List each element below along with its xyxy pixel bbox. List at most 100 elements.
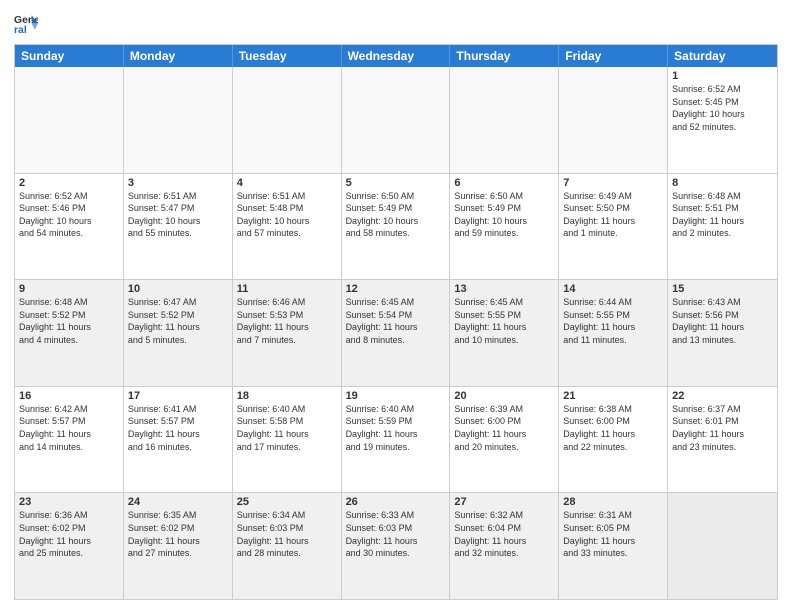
logo-icon: Gene ral <box>14 12 38 36</box>
day-number: 6 <box>454 177 554 189</box>
calendar-row-0: 1Sunrise: 6:52 AMSunset: 5:45 PMDaylight… <box>15 67 777 173</box>
calendar-cell-7: 7Sunrise: 6:49 AMSunset: 5:50 PMDaylight… <box>559 174 668 280</box>
day-info: Sunrise: 6:46 AMSunset: 5:53 PMDaylight:… <box>237 296 337 346</box>
day-number: 4 <box>237 177 337 189</box>
calendar-cell-13: 13Sunrise: 6:45 AMSunset: 5:55 PMDayligh… <box>450 280 559 386</box>
day-number: 28 <box>563 496 663 508</box>
day-info: Sunrise: 6:39 AMSunset: 6:00 PMDaylight:… <box>454 403 554 453</box>
day-number: 3 <box>128 177 228 189</box>
calendar-cell-1: 1Sunrise: 6:52 AMSunset: 5:45 PMDaylight… <box>668 67 777 173</box>
day-number: 5 <box>346 177 446 189</box>
day-number: 14 <box>563 283 663 295</box>
weekday-header-thursday: Thursday <box>450 45 559 67</box>
calendar-cell-3: 3Sunrise: 6:51 AMSunset: 5:47 PMDaylight… <box>124 174 233 280</box>
day-number: 16 <box>19 390 119 402</box>
calendar-cell-21: 21Sunrise: 6:38 AMSunset: 6:00 PMDayligh… <box>559 387 668 493</box>
calendar-row-3: 16Sunrise: 6:42 AMSunset: 5:57 PMDayligh… <box>15 386 777 493</box>
calendar-cell-5: 5Sunrise: 6:50 AMSunset: 5:49 PMDaylight… <box>342 174 451 280</box>
calendar-cell-17: 17Sunrise: 6:41 AMSunset: 5:57 PMDayligh… <box>124 387 233 493</box>
day-info: Sunrise: 6:48 AMSunset: 5:52 PMDaylight:… <box>19 296 119 346</box>
calendar-cell-empty-1 <box>124 67 233 173</box>
day-number: 10 <box>128 283 228 295</box>
day-info: Sunrise: 6:44 AMSunset: 5:55 PMDaylight:… <box>563 296 663 346</box>
calendar-cell-20: 20Sunrise: 6:39 AMSunset: 6:00 PMDayligh… <box>450 387 559 493</box>
page: Gene ral SundayMondayTuesdayWednesdayThu… <box>0 0 792 612</box>
day-info: Sunrise: 6:34 AMSunset: 6:03 PMDaylight:… <box>237 509 337 559</box>
calendar-cell-22: 22Sunrise: 6:37 AMSunset: 6:01 PMDayligh… <box>668 387 777 493</box>
calendar-header: SundayMondayTuesdayWednesdayThursdayFrid… <box>15 45 777 67</box>
day-number: 21 <box>563 390 663 402</box>
calendar-cell-24: 24Sunrise: 6:35 AMSunset: 6:02 PMDayligh… <box>124 493 233 599</box>
day-number: 8 <box>672 177 773 189</box>
day-number: 27 <box>454 496 554 508</box>
day-info: Sunrise: 6:45 AMSunset: 5:54 PMDaylight:… <box>346 296 446 346</box>
day-info: Sunrise: 6:52 AMSunset: 5:46 PMDaylight:… <box>19 190 119 240</box>
calendar-cell-empty-3 <box>342 67 451 173</box>
day-number: 23 <box>19 496 119 508</box>
calendar-cell-empty-0 <box>15 67 124 173</box>
day-info: Sunrise: 6:43 AMSunset: 5:56 PMDaylight:… <box>672 296 773 346</box>
day-number: 12 <box>346 283 446 295</box>
day-info: Sunrise: 6:50 AMSunset: 5:49 PMDaylight:… <box>454 190 554 240</box>
day-info: Sunrise: 6:40 AMSunset: 5:59 PMDaylight:… <box>346 403 446 453</box>
calendar-cell-12: 12Sunrise: 6:45 AMSunset: 5:54 PMDayligh… <box>342 280 451 386</box>
calendar-cell-empty-2 <box>233 67 342 173</box>
day-number: 9 <box>19 283 119 295</box>
day-info: Sunrise: 6:47 AMSunset: 5:52 PMDaylight:… <box>128 296 228 346</box>
day-info: Sunrise: 6:41 AMSunset: 5:57 PMDaylight:… <box>128 403 228 453</box>
calendar-cell-empty-4 <box>450 67 559 173</box>
calendar-cell-14: 14Sunrise: 6:44 AMSunset: 5:55 PMDayligh… <box>559 280 668 386</box>
day-info: Sunrise: 6:42 AMSunset: 5:57 PMDaylight:… <box>19 403 119 453</box>
svg-text:ral: ral <box>14 25 27 36</box>
calendar-cell-18: 18Sunrise: 6:40 AMSunset: 5:58 PMDayligh… <box>233 387 342 493</box>
day-info: Sunrise: 6:45 AMSunset: 5:55 PMDaylight:… <box>454 296 554 346</box>
day-info: Sunrise: 6:40 AMSunset: 5:58 PMDaylight:… <box>237 403 337 453</box>
calendar-cell-9: 9Sunrise: 6:48 AMSunset: 5:52 PMDaylight… <box>15 280 124 386</box>
calendar-cell-2: 2Sunrise: 6:52 AMSunset: 5:46 PMDaylight… <box>15 174 124 280</box>
weekday-header-wednesday: Wednesday <box>342 45 451 67</box>
day-number: 22 <box>672 390 773 402</box>
calendar-cell-10: 10Sunrise: 6:47 AMSunset: 5:52 PMDayligh… <box>124 280 233 386</box>
calendar: SundayMondayTuesdayWednesdayThursdayFrid… <box>14 44 778 600</box>
day-number: 24 <box>128 496 228 508</box>
calendar-row-2: 9Sunrise: 6:48 AMSunset: 5:52 PMDaylight… <box>15 279 777 386</box>
calendar-cell-27: 27Sunrise: 6:32 AMSunset: 6:04 PMDayligh… <box>450 493 559 599</box>
calendar-body: 1Sunrise: 6:52 AMSunset: 5:45 PMDaylight… <box>15 67 777 599</box>
calendar-cell-16: 16Sunrise: 6:42 AMSunset: 5:57 PMDayligh… <box>15 387 124 493</box>
calendar-row-1: 2Sunrise: 6:52 AMSunset: 5:46 PMDaylight… <box>15 173 777 280</box>
day-number: 1 <box>672 70 773 82</box>
calendar-cell-28: 28Sunrise: 6:31 AMSunset: 6:05 PMDayligh… <box>559 493 668 599</box>
day-number: 19 <box>346 390 446 402</box>
weekday-header-friday: Friday <box>559 45 668 67</box>
day-number: 25 <box>237 496 337 508</box>
calendar-cell-8: 8Sunrise: 6:48 AMSunset: 5:51 PMDaylight… <box>668 174 777 280</box>
calendar-cell-empty-6 <box>668 493 777 599</box>
header: Gene ral <box>14 12 778 36</box>
day-info: Sunrise: 6:49 AMSunset: 5:50 PMDaylight:… <box>563 190 663 240</box>
day-info: Sunrise: 6:51 AMSunset: 5:48 PMDaylight:… <box>237 190 337 240</box>
calendar-cell-4: 4Sunrise: 6:51 AMSunset: 5:48 PMDaylight… <box>233 174 342 280</box>
day-number: 7 <box>563 177 663 189</box>
day-number: 13 <box>454 283 554 295</box>
logo: Gene ral <box>14 12 42 36</box>
weekday-header-monday: Monday <box>124 45 233 67</box>
calendar-cell-15: 15Sunrise: 6:43 AMSunset: 5:56 PMDayligh… <box>668 280 777 386</box>
weekday-header-sunday: Sunday <box>15 45 124 67</box>
day-info: Sunrise: 6:36 AMSunset: 6:02 PMDaylight:… <box>19 509 119 559</box>
calendar-cell-11: 11Sunrise: 6:46 AMSunset: 5:53 PMDayligh… <box>233 280 342 386</box>
day-info: Sunrise: 6:33 AMSunset: 6:03 PMDaylight:… <box>346 509 446 559</box>
day-info: Sunrise: 6:48 AMSunset: 5:51 PMDaylight:… <box>672 190 773 240</box>
calendar-cell-26: 26Sunrise: 6:33 AMSunset: 6:03 PMDayligh… <box>342 493 451 599</box>
calendar-cell-23: 23Sunrise: 6:36 AMSunset: 6:02 PMDayligh… <box>15 493 124 599</box>
day-number: 11 <box>237 283 337 295</box>
day-info: Sunrise: 6:38 AMSunset: 6:00 PMDaylight:… <box>563 403 663 453</box>
calendar-cell-25: 25Sunrise: 6:34 AMSunset: 6:03 PMDayligh… <box>233 493 342 599</box>
day-number: 18 <box>237 390 337 402</box>
calendar-row-4: 23Sunrise: 6:36 AMSunset: 6:02 PMDayligh… <box>15 492 777 599</box>
day-number: 26 <box>346 496 446 508</box>
day-info: Sunrise: 6:37 AMSunset: 6:01 PMDaylight:… <box>672 403 773 453</box>
weekday-header-tuesday: Tuesday <box>233 45 342 67</box>
day-info: Sunrise: 6:50 AMSunset: 5:49 PMDaylight:… <box>346 190 446 240</box>
day-info: Sunrise: 6:35 AMSunset: 6:02 PMDaylight:… <box>128 509 228 559</box>
calendar-cell-empty-5 <box>559 67 668 173</box>
